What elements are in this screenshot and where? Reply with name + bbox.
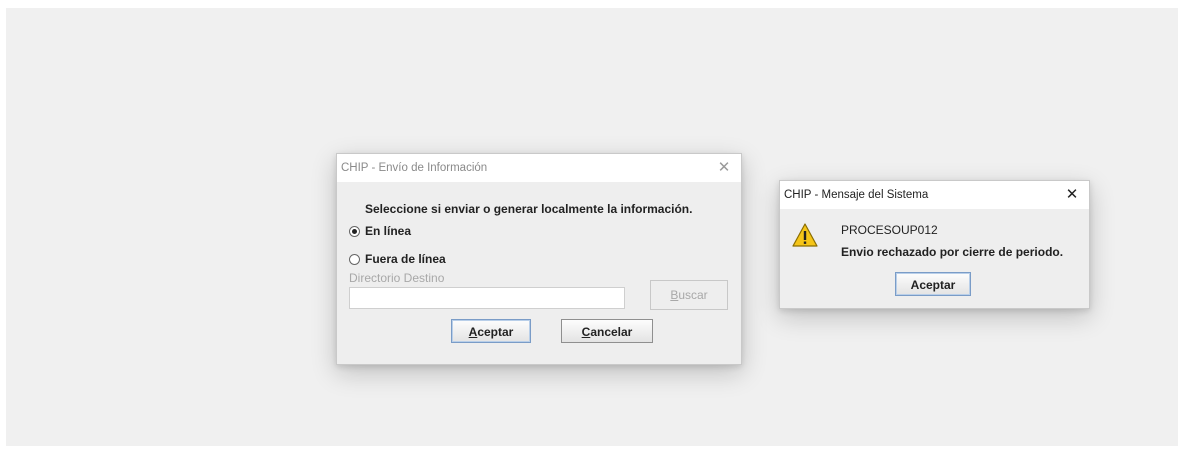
buscar-label-rest: uscar bbox=[678, 288, 708, 302]
warning-icon bbox=[792, 223, 818, 247]
mensaje-dialog-titlebar[interactable]: CHIP - Mensaje del Sistema ✕ bbox=[780, 181, 1089, 209]
buscar-button[interactable]: Buscar bbox=[650, 280, 728, 310]
aceptar-label-rest: ceptar bbox=[477, 325, 514, 339]
envio-dialog-titlebar[interactable]: CHIP - Envío de Información ✕ bbox=[337, 154, 741, 182]
close-icon[interactable]: ✕ bbox=[713, 154, 735, 182]
envio-dialog-title: CHIP - Envío de Información bbox=[341, 162, 488, 174]
radio-en-linea-label: En línea bbox=[365, 224, 412, 238]
radio-en-linea[interactable]: En línea bbox=[349, 224, 411, 238]
mensaje-text: Envio rechazado por cierre de periodo. bbox=[841, 245, 1064, 259]
desktop-background: CHIP - Envío de Información ✕ Seleccione… bbox=[6, 8, 1178, 446]
close-icon[interactable]: ✕ bbox=[1061, 181, 1083, 209]
mensaje-code: PROCESOUP012 bbox=[841, 223, 938, 237]
radio-unchecked-icon[interactable] bbox=[349, 253, 360, 265]
aceptar-mensaje-button[interactable]: Aceptar bbox=[895, 272, 971, 296]
envio-prompt-text: Seleccione si enviar o generar localment… bbox=[365, 202, 693, 216]
mensaje-dialog: CHIP - Mensaje del Sistema ✕ PROCESOUP01… bbox=[779, 180, 1090, 309]
mensaje-dialog-title: CHIP - Mensaje del Sistema bbox=[784, 189, 929, 201]
cancelar-mnemonic: C bbox=[581, 325, 591, 339]
cancelar-label-rest: ancelar bbox=[590, 325, 633, 339]
directorio-destino-label: Directorio Destino bbox=[349, 271, 445, 285]
aceptar-mnemonic: A bbox=[468, 325, 478, 339]
cancelar-button[interactable]: Cancelar bbox=[561, 319, 653, 343]
aceptar-button[interactable]: Aceptar bbox=[451, 319, 531, 343]
radio-checked-icon[interactable] bbox=[349, 225, 360, 237]
radio-fuera-de-linea-label: Fuera de línea bbox=[365, 252, 446, 266]
envio-dialog: CHIP - Envío de Información ✕ Seleccione… bbox=[336, 153, 742, 365]
radio-fuera-de-linea[interactable]: Fuera de línea bbox=[349, 252, 446, 266]
directorio-destino-input[interactable] bbox=[349, 287, 625, 309]
